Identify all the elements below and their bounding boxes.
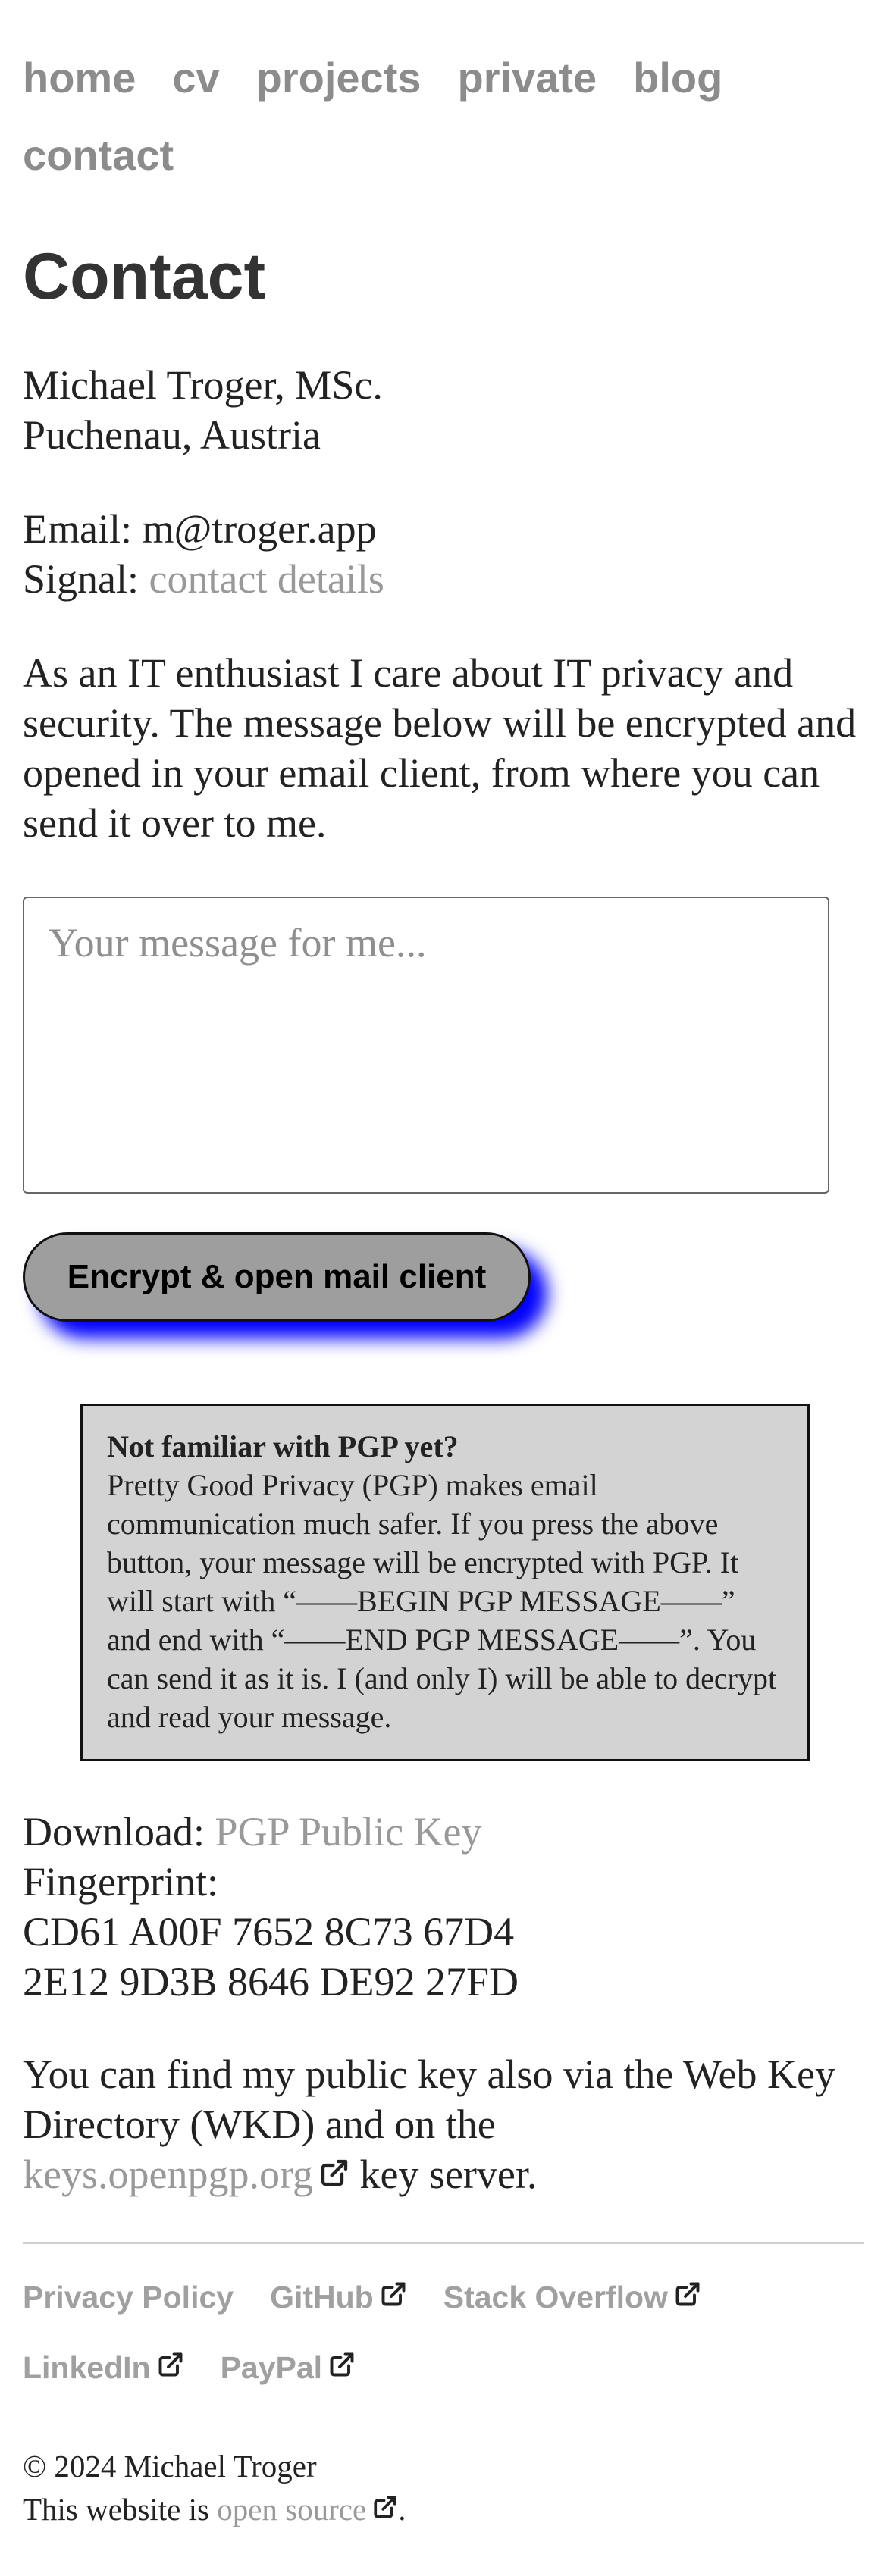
external-link-icon	[674, 2280, 701, 2308]
open-source-line: This website is open source.	[23, 2488, 406, 2531]
email-line: Email: m@troger.app	[23, 504, 864, 554]
external-link-icon	[372, 2494, 398, 2520]
encrypt-open-mail-button[interactable]: Encrypt & open mail client	[23, 1232, 531, 1322]
external-link-icon	[380, 2280, 407, 2308]
intro-text: As an IT enthusiast I care about IT priv…	[23, 650, 857, 846]
nav-item-contact[interactable]: contact	[23, 117, 174, 194]
page-title: Contact	[23, 240, 266, 313]
fingerprint-line-2: 2E12 9D3B 8646 DE92 27FD	[23, 1959, 519, 2005]
pgp-info-title: Not familiar with PGP yet?	[107, 1429, 459, 1463]
message-input[interactable]	[23, 897, 829, 1194]
nav-item-home[interactable]: home	[23, 39, 136, 117]
download-label: Download:	[23, 1809, 215, 1855]
external-link-icon	[157, 2351, 184, 2378]
footer-link-stack-overflow[interactable]: Stack Overflow	[444, 2262, 701, 2333]
footer-link-label: LinkedIn	[23, 2350, 151, 2385]
wkd-text-after: key server.	[349, 2152, 538, 2197]
nav-item-cv[interactable]: cv	[172, 39, 219, 117]
footer-link-linkedin[interactable]: LinkedIn	[23, 2333, 184, 2403]
nav-item-private[interactable]: private	[458, 39, 597, 117]
pgp-public-key-link[interactable]: PGP Public Key	[215, 1809, 481, 1855]
open-source-link[interactable]: open source	[217, 2492, 398, 2527]
main-nav: home cv projects private blog contact	[23, 39, 864, 194]
nav-item-projects[interactable]: projects	[256, 39, 422, 117]
email-value: m@troger.app	[142, 506, 377, 552]
signal-label: Signal:	[23, 556, 149, 602]
footer-copyright-block: © 2024 Michael Troger This website is op…	[23, 2445, 406, 2531]
pgp-key-block: Download: PGP Public Key Fingerprint: CD…	[23, 1807, 864, 2007]
footer-link-label: Stack Overflow	[443, 2280, 668, 2315]
pgp-info-body: Pretty Good Privacy (PGP) makes email co…	[107, 1468, 777, 1734]
external-link-icon	[328, 2351, 356, 2378]
download-line: Download: PGP Public Key	[23, 1807, 864, 1857]
fingerprint-label: Fingerprint:	[23, 1859, 218, 1905]
footer-link-github[interactable]: GitHub	[270, 2262, 407, 2333]
contact-name: Michael Troger, MSc.	[23, 362, 383, 408]
pgp-info-box: Not familiar with PGP yet? Pretty Good P…	[80, 1404, 810, 1761]
nav-item-blog[interactable]: blog	[633, 39, 722, 117]
open-source-link-label: open source	[217, 2492, 367, 2527]
open-source-prefix: This website is	[23, 2492, 218, 2527]
footer-links: Privacy Policy GitHub Stack Overflow Linked…	[23, 2262, 864, 2403]
footer-link-label: PayPal	[220, 2350, 323, 2385]
email-label: Email:	[23, 506, 143, 552]
footer-link-privacy-policy[interactable]: Privacy Policy	[23, 2262, 234, 2333]
contact-location: Puchenau, Austria	[23, 412, 321, 458]
fingerprint-line-1: CD61 A00F 7652 8C73 67D4	[23, 1909, 515, 1955]
wkd-text-before: You can find my public key also via the …	[23, 2052, 835, 2147]
open-source-suffix: .	[398, 2492, 406, 2527]
address-block: Michael Troger, MSc. Puchenau, Austria	[23, 360, 864, 460]
contact-details-block: Email: m@troger.app Signal: contact deta…	[23, 504, 864, 604]
footer-link-label: Privacy Policy	[23, 2280, 234, 2315]
copyright-text: © 2024 Michael Troger	[23, 2449, 317, 2484]
footer-divider	[23, 2242, 864, 2244]
wkd-text: You can find my public key also via the …	[23, 2049, 864, 2199]
signal-contact-details-link[interactable]: contact details	[149, 556, 384, 602]
keys-openpgp-link[interactable]: keys.openpgp.org	[23, 2152, 349, 2197]
footer-link-paypal[interactable]: PayPal	[221, 2333, 356, 2403]
footer-link-label: GitHub	[270, 2280, 374, 2315]
external-link-icon	[319, 2158, 349, 2188]
signal-line: Signal: contact details	[23, 554, 864, 604]
keys-openpgp-link-label: keys.openpgp.org	[23, 2152, 313, 2197]
